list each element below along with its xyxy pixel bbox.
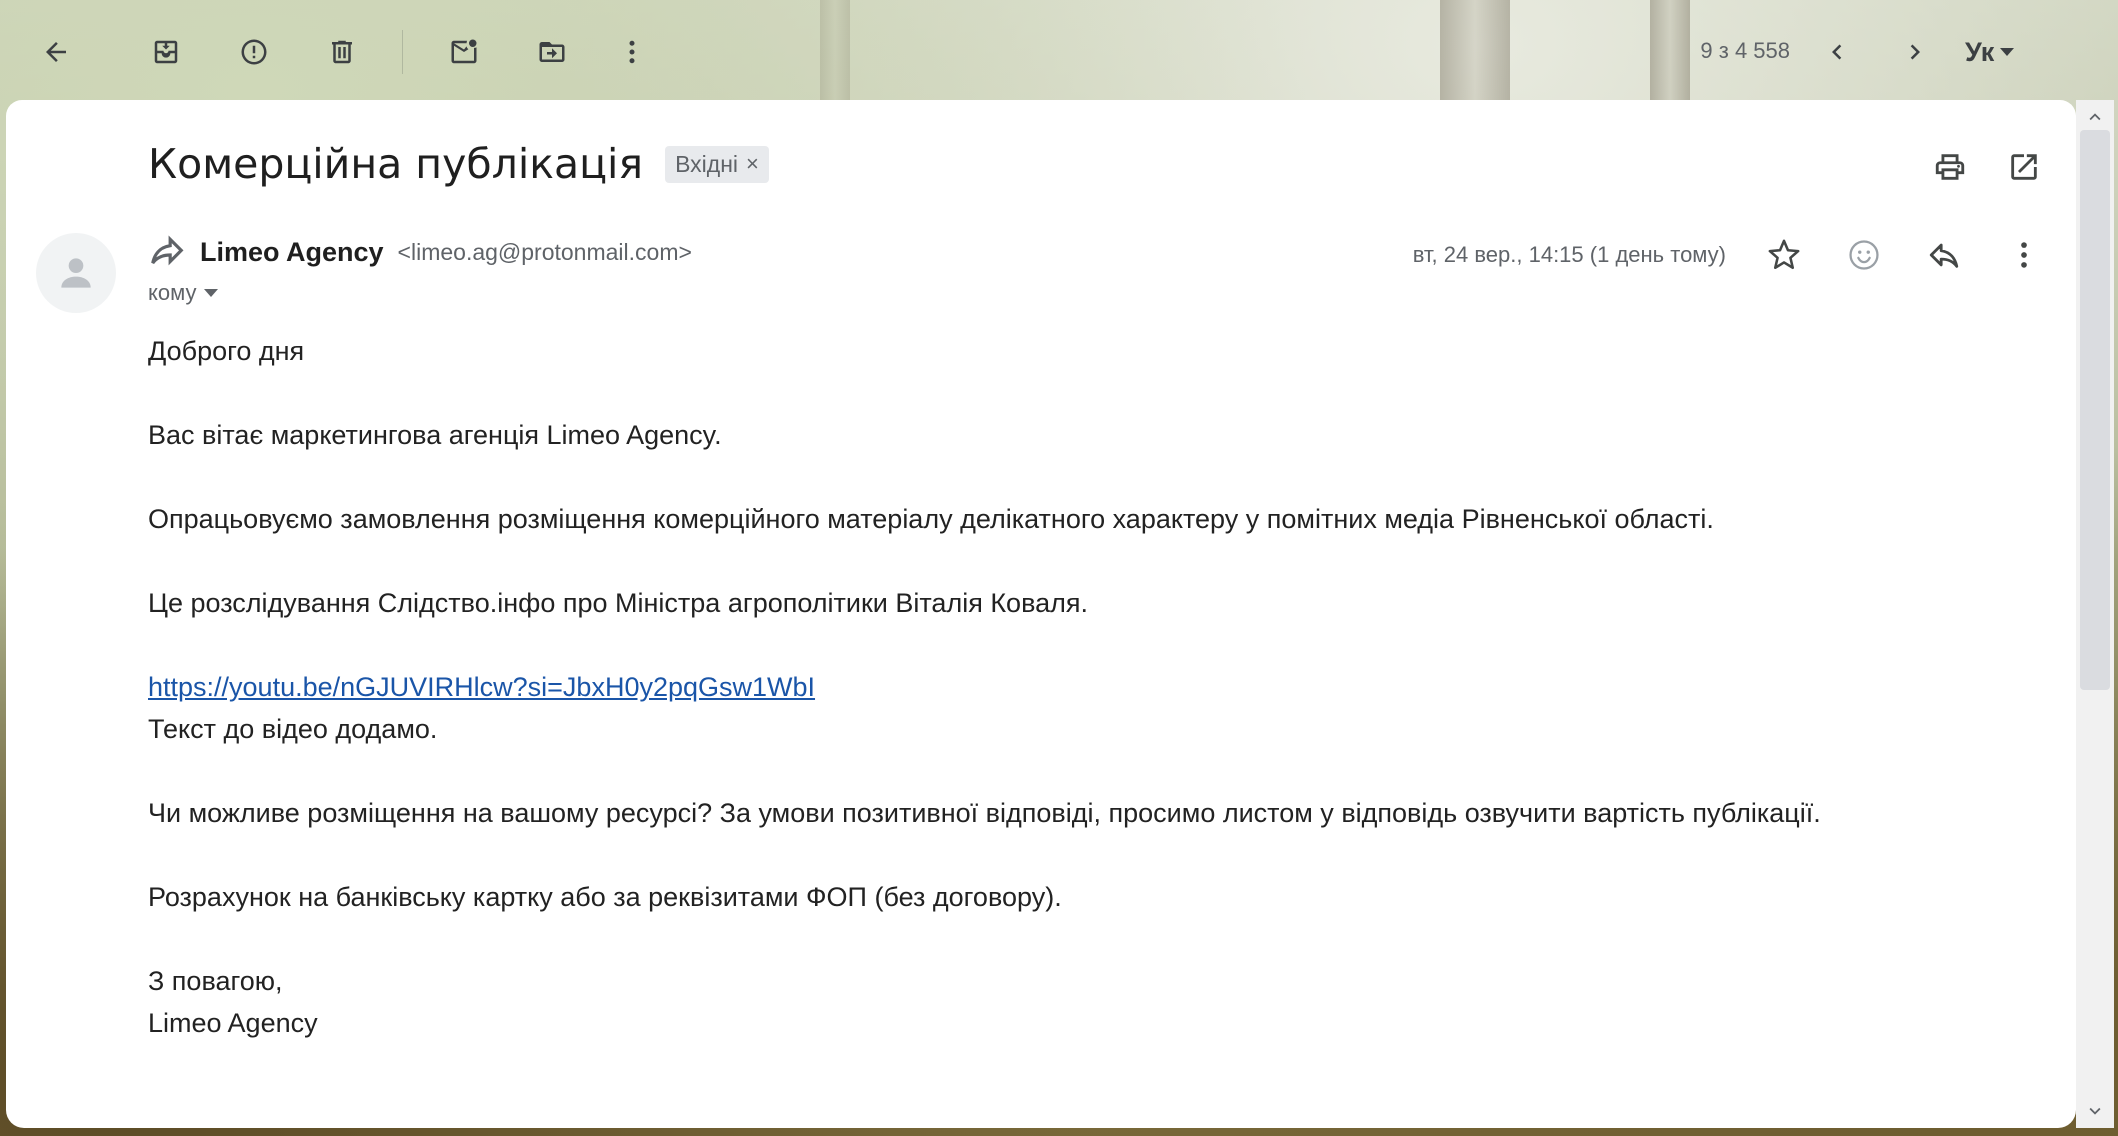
- scrollbar-thumb[interactable]: [2080, 130, 2110, 690]
- mark-unread-icon: [451, 39, 477, 64]
- body-paragraph: Чи можливе розміщення на вашому ресурсі?…: [148, 798, 1821, 828]
- print-icon: [1935, 154, 1965, 180]
- closing: З повагою,: [148, 966, 283, 996]
- language-label: Ук: [1965, 36, 1995, 67]
- forwarded-icon: [151, 235, 184, 266]
- more-vert-icon: [2021, 242, 2027, 268]
- scrollbar[interactable]: [2076, 100, 2114, 1128]
- body-paragraph: Розрахунок на банківську картку або за р…: [148, 882, 1062, 912]
- more-options-button[interactable]: [610, 30, 654, 74]
- move-to-icon: [539, 42, 565, 62]
- email-body: Доброго дня Вас вітає маркетингова агенц…: [148, 330, 2028, 1044]
- toolbar-divider: [402, 30, 403, 74]
- delete-button[interactable]: [320, 30, 364, 74]
- intro-paragraph: Вас вітає маркетингова агенція Limeo Age…: [148, 420, 722, 450]
- body-paragraph: Це розслідування Слідство.інфо про Мініс…: [148, 588, 1089, 618]
- move-to-button[interactable]: [530, 30, 574, 74]
- sender-name[interactable]: Limeo Agency: [200, 237, 384, 268]
- reply-button[interactable]: [1922, 233, 1966, 277]
- link-note: Текст до відео додамо.: [148, 714, 438, 744]
- scroll-up-button[interactable]: [2082, 104, 2108, 130]
- chevron-right-icon: [1910, 44, 1920, 60]
- chevron-down-icon: [204, 289, 219, 297]
- star-icon: [1768, 239, 1800, 270]
- reply-icon: [1929, 243, 1959, 268]
- label-text: Вхідні: [675, 150, 739, 177]
- chevron-left-icon: [1832, 44, 1842, 60]
- thread-actions: [1928, 145, 2046, 189]
- back-button[interactable]: [34, 30, 78, 74]
- scroll-down-button[interactable]: [2082, 1098, 2108, 1124]
- mark-unread-button[interactable]: [442, 30, 486, 74]
- open-in-new-icon: [2011, 154, 2037, 180]
- archive-button[interactable]: [144, 30, 188, 74]
- body-paragraph: Опрацьовуємо замовлення розміщення комер…: [148, 504, 1714, 534]
- more-vert-icon: [629, 40, 635, 64]
- trash-icon: [332, 40, 352, 64]
- inbox-label-chip[interactable]: Вхідні ×: [665, 145, 769, 183]
- subject-row: Комерційна публікація Вхідні ×: [148, 140, 769, 188]
- sender-email[interactable]: <limeo.ag@protonmail.com>: [398, 239, 692, 266]
- email-subject: Комерційна публікація: [148, 140, 644, 188]
- star-button[interactable]: [1762, 233, 1806, 277]
- signature: Limeo Agency: [148, 1008, 318, 1038]
- emoji-icon: [1849, 240, 1879, 270]
- greeting: Доброго дня: [148, 336, 305, 366]
- message-actions: [1762, 233, 2046, 277]
- chevron-down-icon: [2089, 1107, 2101, 1115]
- recipients-toggle[interactable]: кому: [148, 280, 219, 306]
- chevron-down-icon: [2000, 48, 2015, 56]
- email-toolbar: 9 з 4 558 Ук: [0, 0, 2118, 100]
- input-language-selector[interactable]: Ук: [1965, 30, 2015, 74]
- archive-icon: [154, 40, 178, 64]
- message-counter: 9 з 4 558: [1700, 38, 1790, 63]
- sender-row: Limeo Agency <limeo.ag@protonmail.com>: [148, 233, 692, 271]
- report-spam-button[interactable]: [232, 30, 276, 74]
- video-link[interactable]: https://youtu.be/nGJUVIRHlcw?si=JbxH0y2p…: [148, 672, 815, 702]
- prev-message-button[interactable]: [1815, 30, 1859, 74]
- report-spam-icon: [241, 39, 267, 65]
- to-label: кому: [148, 280, 197, 305]
- add-reaction-button[interactable]: [1842, 233, 1886, 277]
- email-date[interactable]: вт, 24 вер., 14:15 (1 день тому): [1413, 242, 1726, 268]
- chevron-up-icon: [2089, 113, 2101, 121]
- message-more-button[interactable]: [2002, 233, 2046, 277]
- email-view: Комерційна публікація Вхідні × Limeo Age…: [6, 100, 2076, 1128]
- print-button[interactable]: [1928, 145, 1972, 189]
- arrow-left-icon: [46, 42, 66, 62]
- sender-avatar[interactable]: [36, 233, 116, 313]
- next-message-button[interactable]: [1893, 30, 1937, 74]
- remove-label-button[interactable]: ×: [746, 151, 759, 177]
- person-icon: [61, 258, 91, 288]
- open-in-new-window-button[interactable]: [2002, 145, 2046, 189]
